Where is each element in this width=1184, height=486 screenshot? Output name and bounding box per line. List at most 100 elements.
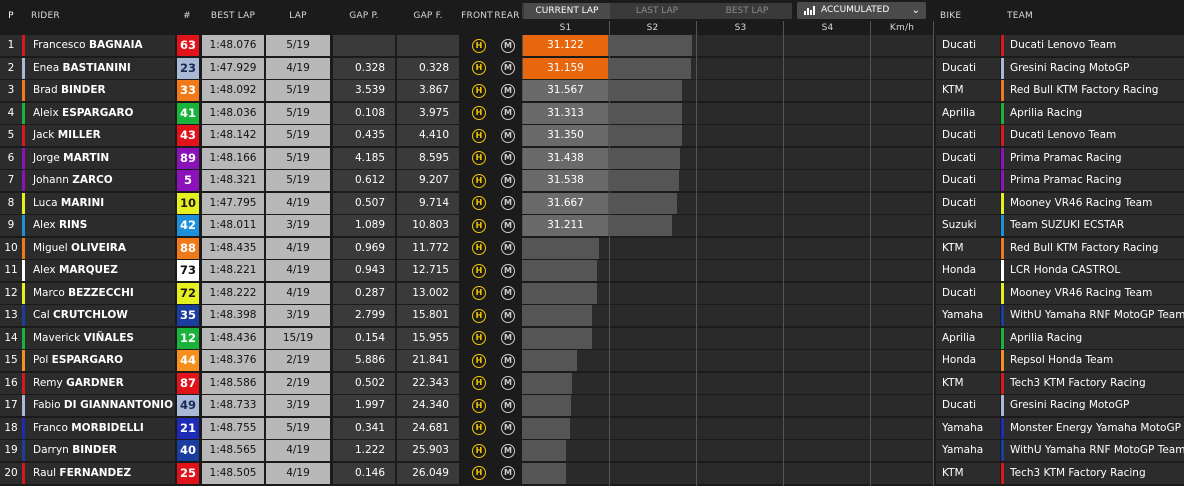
bike-manufacturer: Suzuki (936, 215, 1000, 236)
rider-name[interactable]: Brad BINDER (25, 80, 175, 101)
rider-name[interactable]: Alex MARQUEZ (25, 260, 175, 281)
best-lap-time: 1:48.376 (202, 350, 264, 371)
bike-manufacturer: Ducati (936, 170, 1000, 191)
table-row[interactable]: 8 Luca MARINI 10 1:47.795 4/19 0.507 9.714 H M 31… (0, 192, 1184, 214)
col-header-s2[interactable]: S2 (609, 21, 696, 35)
table-row[interactable]: 1 Francesco BAGNAIA 63 1:48.076 5/19 H M 31.122… (0, 35, 1184, 56)
best-lap-time: 1:48.092 (202, 80, 264, 101)
s1-time: 31.538 (523, 170, 608, 191)
table-row[interactable]: 3 Brad BINDER 33 1:48.092 5/19 3.539 3.867 H M 31… (0, 80, 1184, 101)
rider-last-name: ESPARGARO (62, 106, 134, 119)
col-header-team[interactable]: TEAM (1007, 6, 1177, 27)
rider-name[interactable]: Maverick VIÑALES (25, 327, 175, 349)
bike-manufacturer: Ducati (936, 35, 1000, 56)
col-header-gap-first[interactable]: GAP F. (397, 6, 459, 27)
bike-manufacturer: Ducati (936, 282, 1000, 304)
table-row[interactable]: 7 Johann ZARCO 5 1:48.321 5/19 0.612 9.207 H M 31… (0, 170, 1184, 191)
sector-track (522, 440, 933, 461)
bike-manufacturer: KTM (936, 237, 1000, 259)
table-row[interactable]: 17 Fabio DI GIANNANTONIO 49 1:48.733 3/19 1.9… (0, 395, 1184, 416)
table-row[interactable]: 10 Miguel OLIVEIRA 88 1:48.435 4/19 0.969 11.7… (0, 237, 1184, 259)
rider-last-name: CRUTCHLOW (53, 309, 128, 321)
gap-previous: 2.799 (333, 305, 395, 326)
col-header-s1[interactable]: S1 (522, 21, 609, 35)
rider-last-name: MARINI (60, 196, 105, 209)
rider-last-name: MARQUEZ (58, 264, 118, 276)
tyre-cell: HM (461, 35, 521, 56)
lap-progress-bar (522, 350, 577, 371)
rider-name[interactable]: Fabio DI GIANNANTONIO (25, 395, 175, 416)
col-header-speed[interactable]: Km/h (871, 21, 933, 35)
rider-name[interactable]: Jack MILLER (25, 125, 175, 146)
col-header-s3[interactable]: S3 (697, 21, 784, 35)
col-header-position[interactable]: P (0, 6, 22, 27)
tab-last-lap[interactable]: LAST LAP (614, 3, 700, 19)
position-cell: 18 (0, 417, 22, 439)
rider-last-name: ZARCO (72, 174, 113, 186)
sector-track (522, 395, 933, 416)
rider-name[interactable]: Franco MORBIDELLI (25, 417, 175, 439)
rear-tyre-medium-icon: M (501, 151, 515, 165)
rear-tyre-medium-icon: M (501, 331, 515, 345)
team-name: Aprilia Racing (1004, 102, 1184, 124)
rider-name[interactable]: Enea BASTIANINI (25, 57, 175, 79)
rider-name[interactable]: Marco BEZZECCHI (25, 282, 175, 304)
table-row[interactable]: 13 Cal CRUTCHLOW 35 1:48.398 3/19 2.799 15.801… (0, 305, 1184, 326)
table-row[interactable]: 4 Aleix ESPARGARO 41 1:48.036 5/19 0.108 3.975… (0, 102, 1184, 124)
table-row[interactable]: 5 Jack MILLER 43 1:48.142 5/19 0.435 4.410 H M 31… (0, 125, 1184, 146)
lap-count: 5/19 (266, 102, 330, 124)
tyre-cell: HM (461, 305, 521, 326)
best-lap-time: 1:48.505 (202, 462, 264, 484)
col-header-gap-prev[interactable]: GAP P. (333, 6, 395, 27)
front-tyre-hard-icon: H (472, 196, 486, 210)
table-row[interactable]: 12 Marco BEZZECCHI 72 1:48.222 4/19 0.287 13.0… (0, 282, 1184, 304)
position-cell: 12 (0, 282, 22, 304)
tab-best-lap[interactable]: BEST LAP (704, 3, 790, 19)
rider-name[interactable]: Jorge MARTIN (25, 147, 175, 169)
rider-name[interactable]: Luca MARINI (25, 192, 175, 214)
table-row[interactable]: 19 Darryn BINDER 40 1:48.565 4/19 1.222 25.903… (0, 440, 1184, 461)
rider-name[interactable]: Alex RINS (25, 215, 175, 236)
table-row[interactable]: 18 Franco MORBIDELLI 21 1:48.755 5/19 0.341 24… (0, 417, 1184, 439)
lap-progress-bar (522, 462, 566, 484)
bike-manufacturer: Ducati (936, 147, 1000, 169)
rider-name[interactable]: Cal CRUTCHLOW (25, 305, 175, 326)
table-row[interactable]: 20 Raul FERNANDEZ 25 1:48.505 4/19 0.146 26.04… (0, 462, 1184, 484)
rider-name[interactable]: Darryn BINDER (25, 440, 175, 461)
live-timing-table: P RIDER # BEST LAP LAP GAP P. GAP F. FRO… (0, 0, 1184, 486)
rider-name[interactable]: Remy GARDNER (25, 372, 175, 394)
rider-name[interactable]: Pol ESPARGARO (25, 350, 175, 371)
table-row[interactable]: 6 Jorge MARTIN 89 1:48.166 5/19 4.185 8.595 H M 3… (0, 147, 1184, 169)
col-header-lap[interactable]: LAP (266, 6, 330, 27)
rider-name[interactable]: Francesco BAGNAIA (25, 35, 175, 56)
col-header-s4[interactable]: S4 (784, 21, 871, 35)
best-lap-time: 1:48.436 (202, 327, 264, 349)
tab-current-lap[interactable]: CURRENT LAP (524, 3, 610, 19)
col-header-bike[interactable]: BIKE (940, 6, 1000, 27)
accumulated-select[interactable]: ACCUMULATED ⌄ (797, 2, 926, 19)
rider-name[interactable]: Miguel OLIVEIRA (25, 237, 175, 259)
s1-time: 31.350 (523, 125, 608, 146)
table-row[interactable]: 14 Maverick VIÑALES 12 1:48.436 15/19 0.154 15… (0, 327, 1184, 349)
best-lap-time: 1:48.166 (202, 147, 264, 169)
rider-name[interactable]: Johann ZARCO (25, 170, 175, 191)
best-lap-time: 1:48.435 (202, 237, 264, 259)
front-tyre-hard-icon: H (472, 443, 486, 458)
lap-progress-bar (522, 260, 597, 281)
rider-name[interactable]: Raul FERNANDEZ (25, 462, 175, 484)
table-row[interactable]: 11 Alex MARQUEZ 73 1:48.221 4/19 0.943 12.715 H… (0, 260, 1184, 281)
position-cell: 6 (0, 147, 22, 169)
gap-first: 0.328 (397, 57, 459, 79)
rear-tyre-medium-icon: M (501, 353, 515, 368)
gap-first: 9.207 (397, 170, 459, 191)
col-header-best-lap[interactable]: BEST LAP (202, 6, 264, 27)
table-row[interactable]: 16 Remy GARDNER 87 1:48.586 2/19 0.502 22.343 H… (0, 372, 1184, 394)
gap-previous: 0.612 (333, 170, 395, 191)
col-header-number[interactable]: # (176, 6, 198, 27)
table-row[interactable]: 2 Enea BASTIANINI 23 1:47.929 4/19 0.328 0.328… (0, 57, 1184, 79)
position-cell: 1 (0, 35, 22, 56)
col-header-rider[interactable]: RIDER (31, 6, 171, 27)
table-row[interactable]: 9 Alex RINS 42 1:48.011 3/19 1.089 10.803 H M 31.… (0, 215, 1184, 236)
rider-name[interactable]: Aleix ESPARGARO (25, 102, 175, 124)
table-row[interactable]: 15 Pol ESPARGARO 44 1:48.376 2/19 5.886 21.841… (0, 350, 1184, 371)
